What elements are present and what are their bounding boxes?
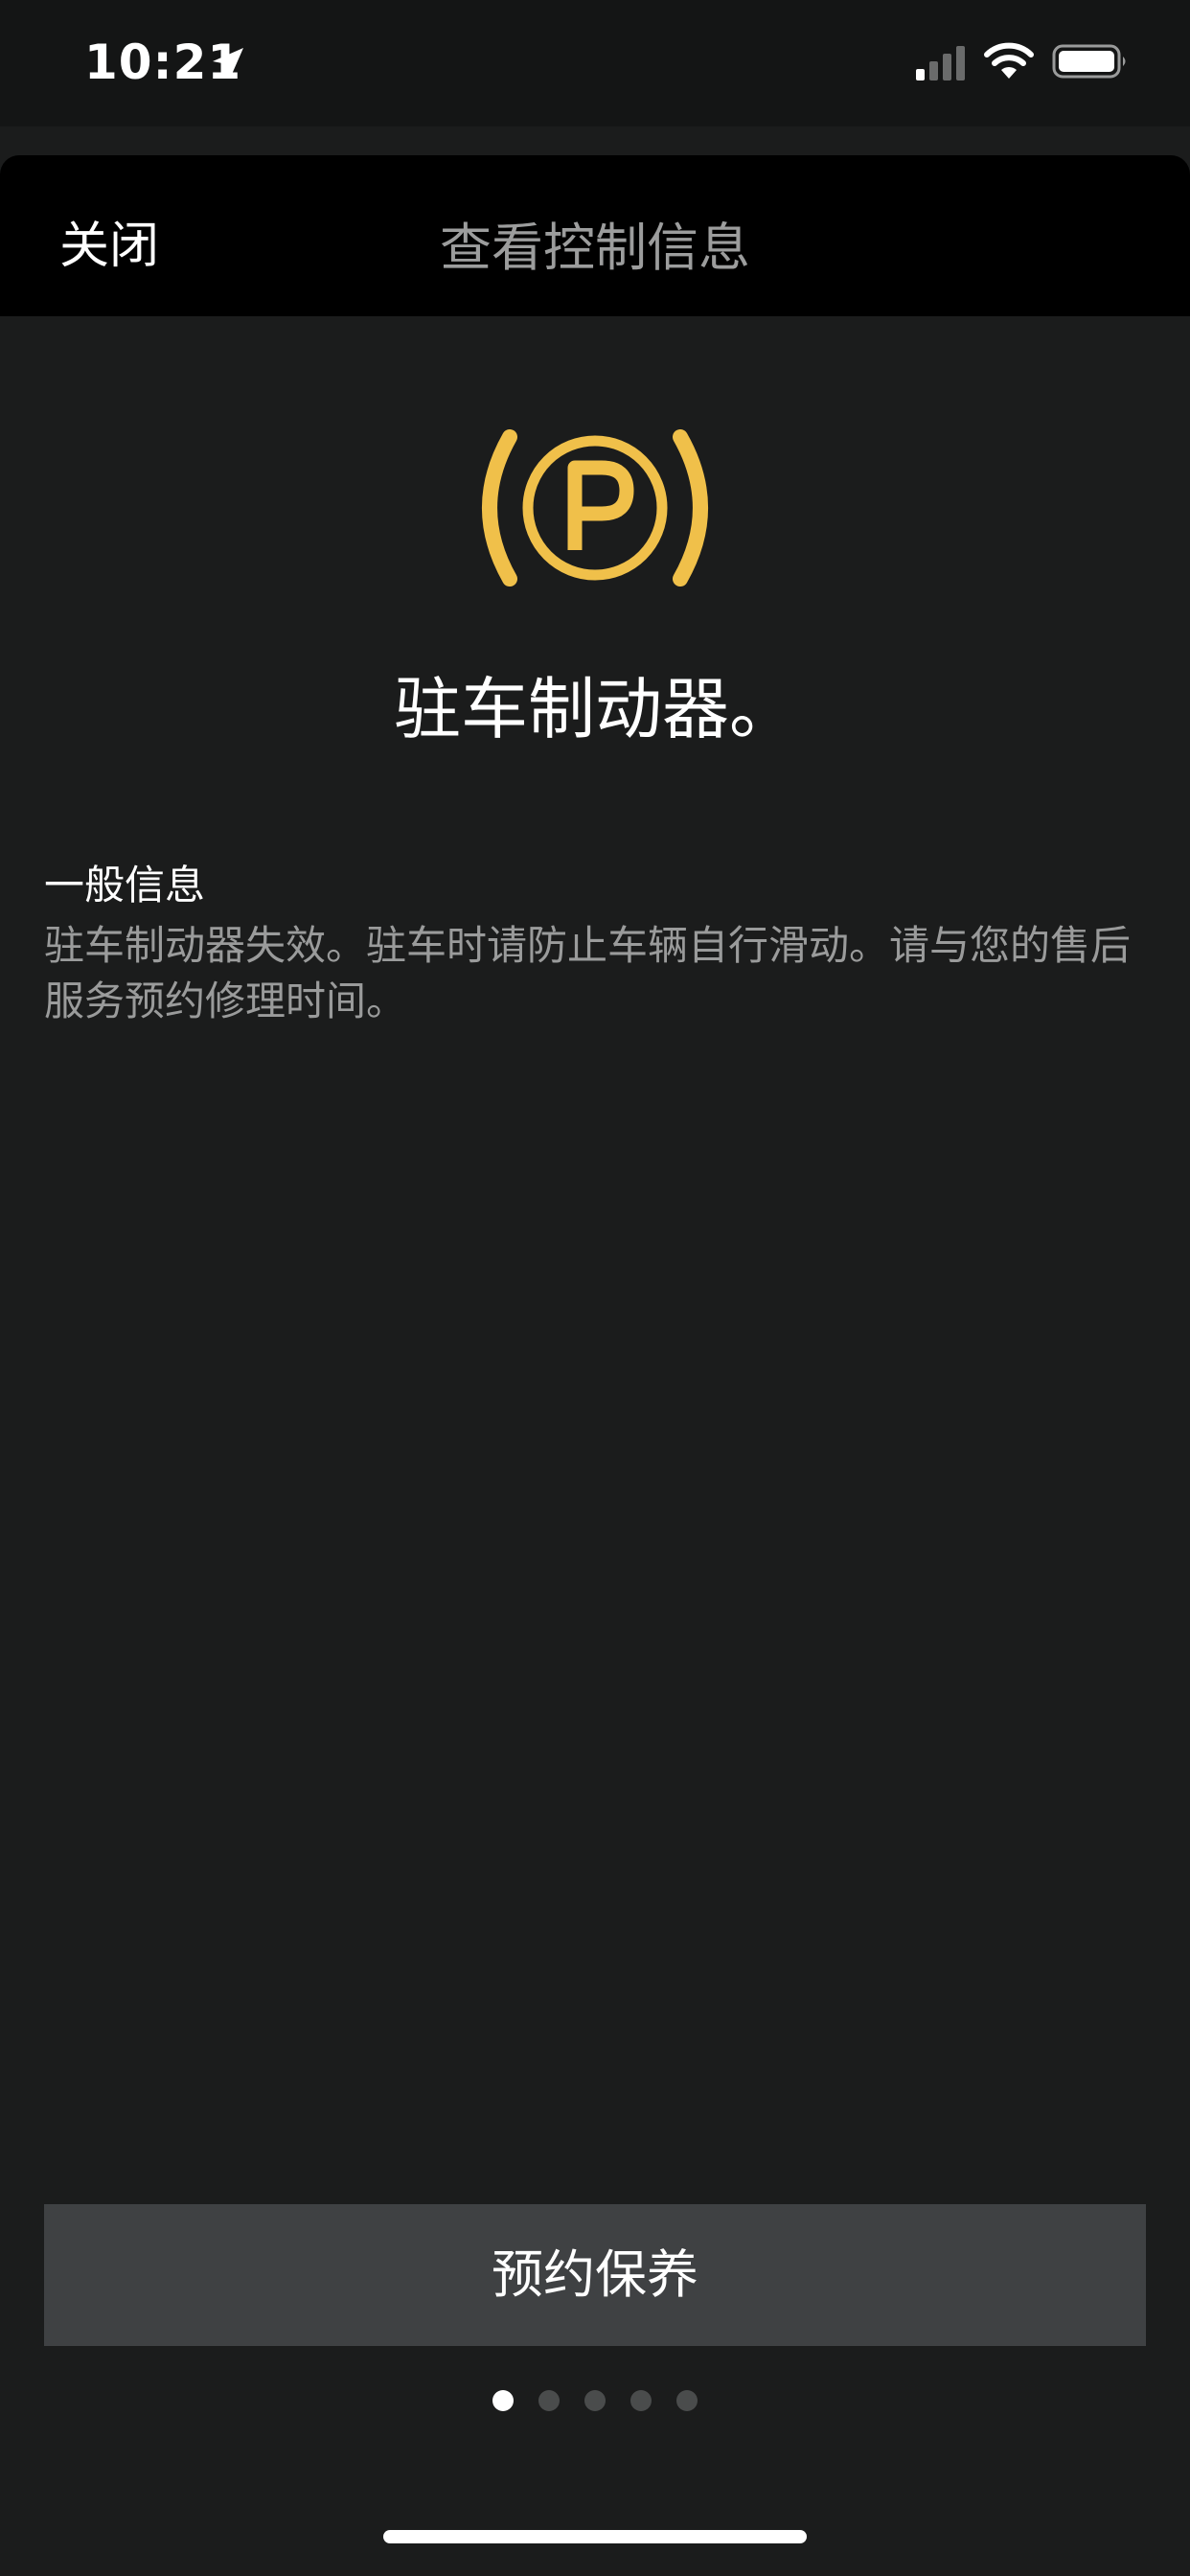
wifi-icon [984, 42, 1034, 79]
page-dot[interactable] [676, 2390, 698, 2411]
page-indicator[interactable] [0, 2390, 1190, 2411]
info-body: 驻车制动器失效。驻车时请防止车辆自行滑动。请与您的售后服务预约修理时间。 [44, 922, 1132, 1024]
page-dot[interactable] [584, 2390, 606, 2411]
book-service-button[interactable]: 预约保养 [44, 2204, 1146, 2346]
status-bar: 10:21 [0, 0, 1190, 126]
info-heading: 一般信息 [44, 862, 206, 908]
battery-icon [1052, 44, 1126, 79]
location-arrow-icon [213, 48, 243, 79]
cellular-signal-icon [916, 46, 965, 80]
nav-title: 查看控制信息 [440, 218, 750, 278]
page-dot[interactable] [492, 2390, 514, 2411]
page-dot[interactable] [538, 2390, 560, 2411]
page-dot[interactable] [630, 2390, 652, 2411]
home-indicator[interactable] [383, 2530, 807, 2543]
parking-brake-icon [482, 429, 708, 586]
warning-title: 驻车制动器。 [394, 670, 796, 748]
